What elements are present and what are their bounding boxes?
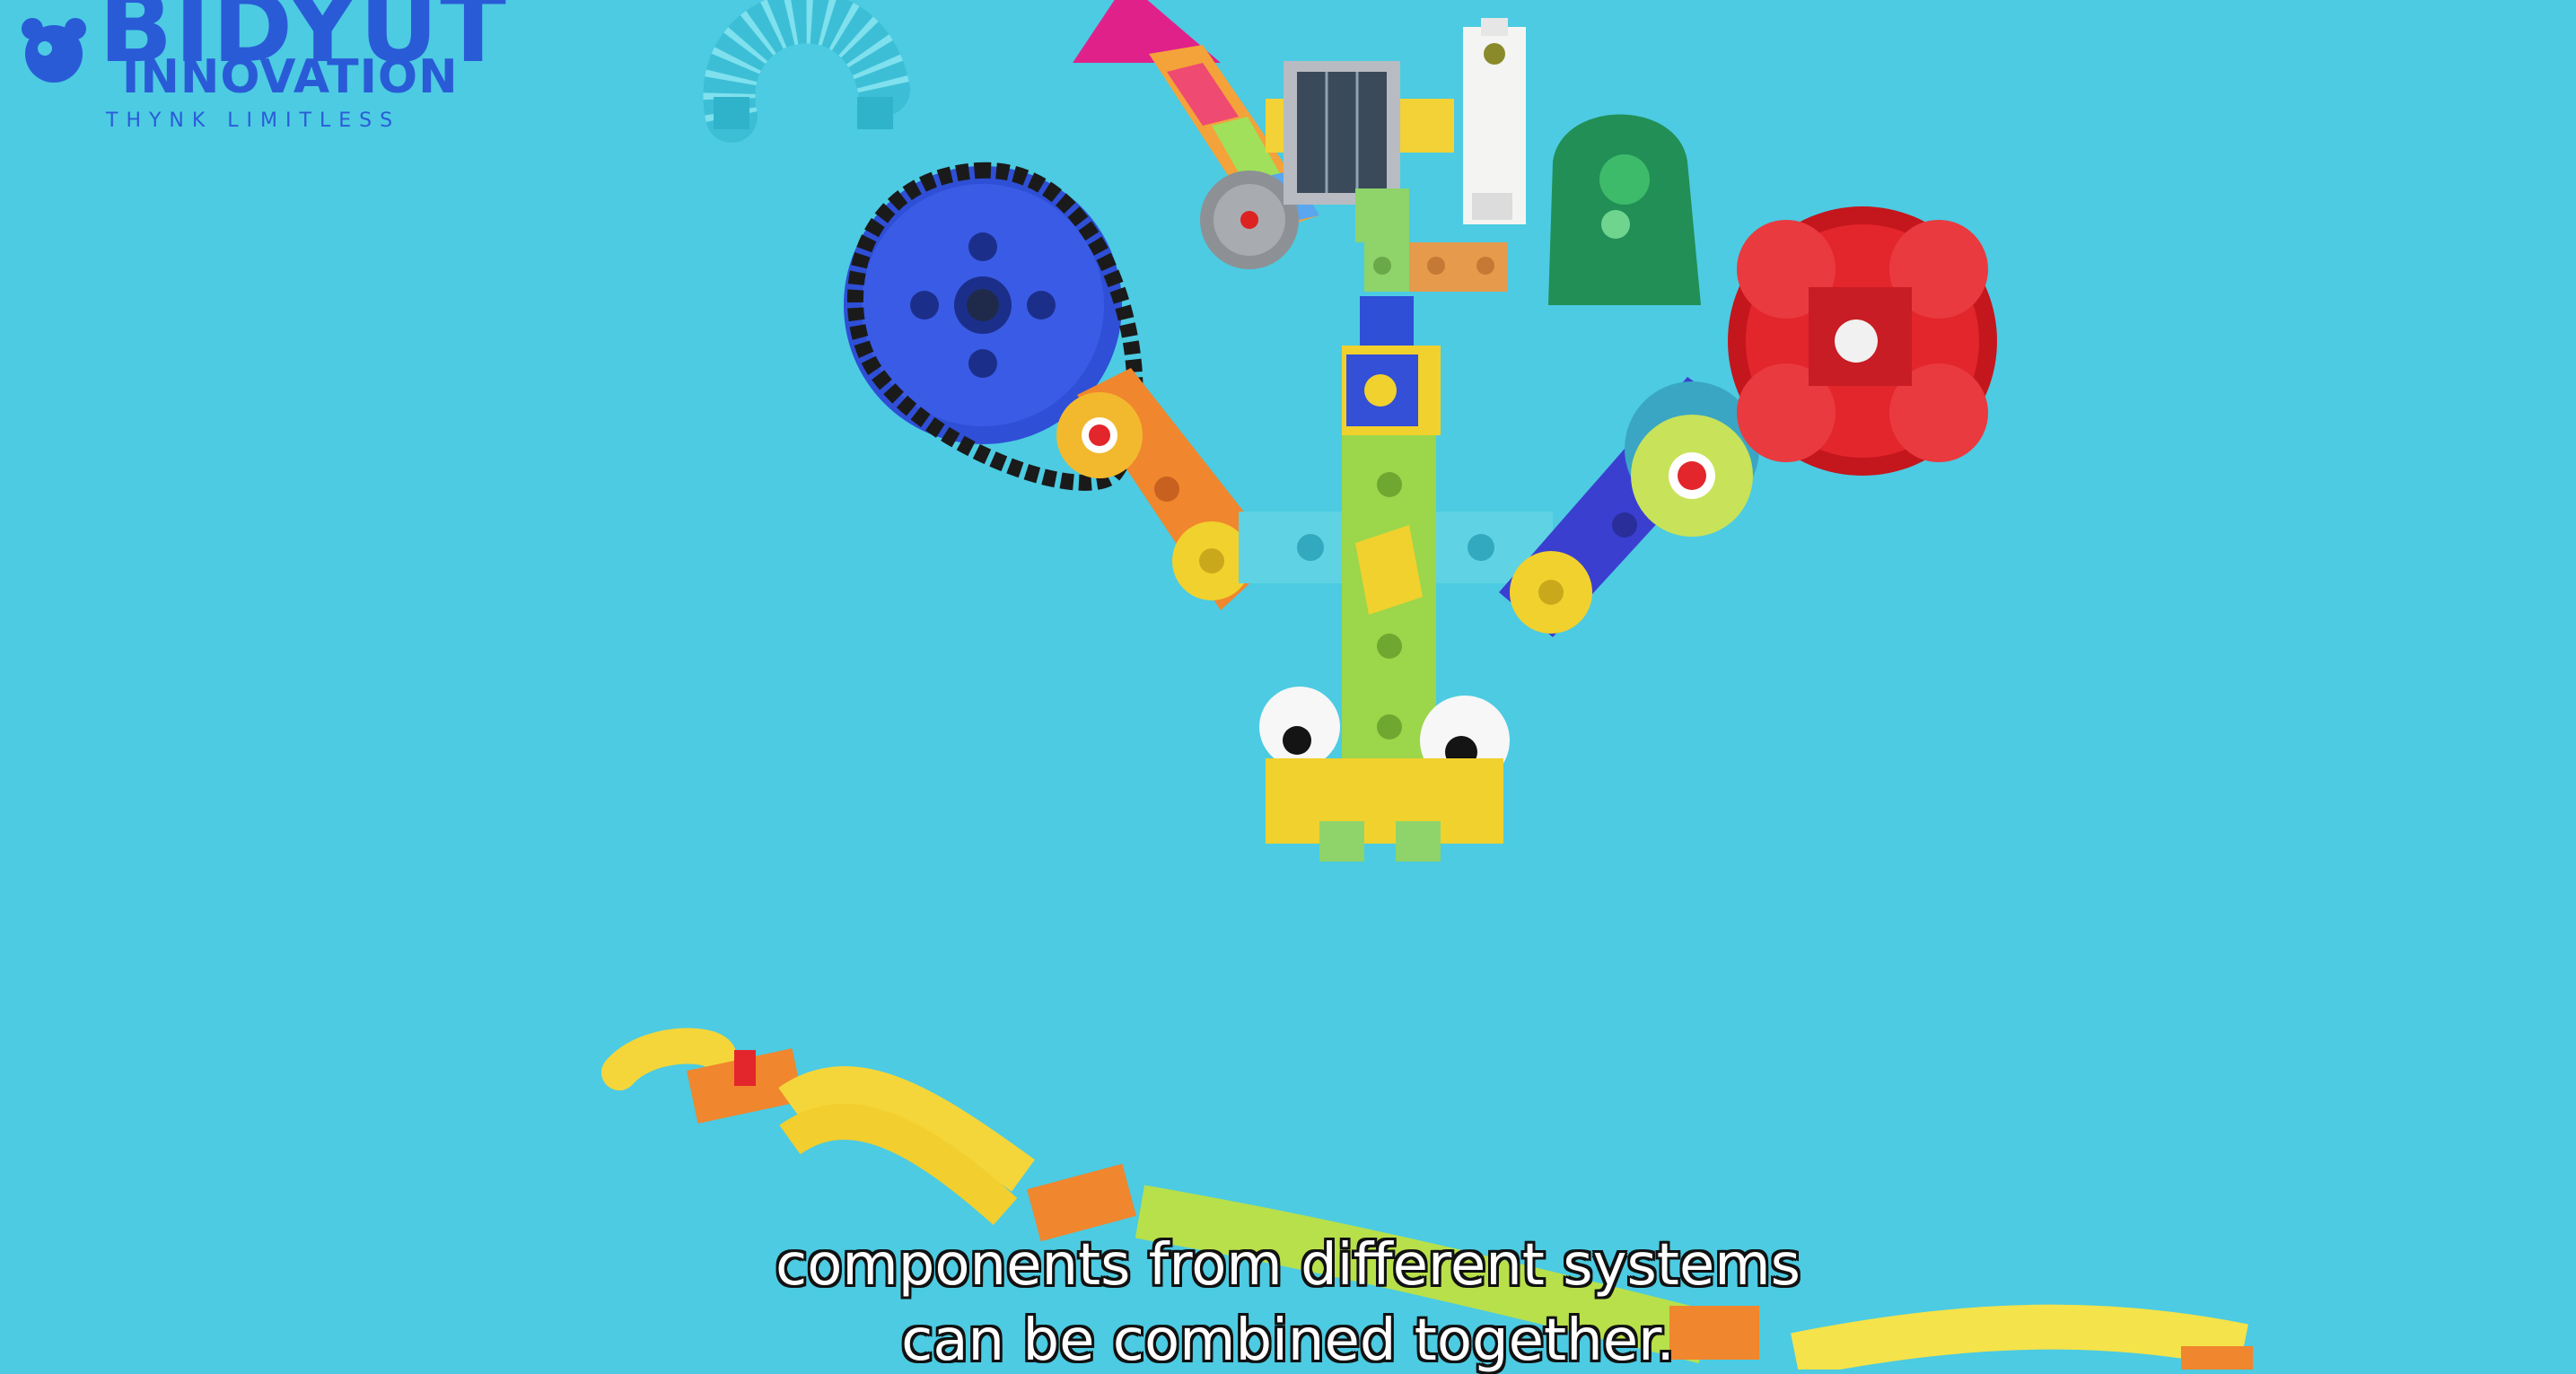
- red-flower-wheel: [1728, 206, 1997, 476]
- blue-square-block: [1342, 296, 1441, 435]
- brand-name-line2: INNOVATION: [122, 50, 459, 104]
- toy-scene: [601, 0, 2253, 1370]
- brand-tagline: THYNK LIMITLESS: [106, 109, 401, 132]
- subtitle-line-2: can be combined together.: [901, 1308, 1675, 1374]
- coil-tube: [703, 0, 910, 143]
- video-frame: BIDYUT INNOVATION THYNK LIMITLESS compon…: [0, 0, 2576, 1370]
- mascot-icon: [22, 18, 86, 83]
- yellow-base: [1266, 758, 1503, 862]
- solar-panel: [1266, 61, 1454, 205]
- brand-logo: BIDYUT INNOVATION THYNK LIMITLESS: [16, 0, 506, 154]
- green-beam: [1342, 431, 1436, 772]
- subtitle-line-1: components from different systems: [775, 1232, 1801, 1299]
- green-dome: [1548, 114, 1701, 305]
- sensor-module: [1463, 18, 1526, 224]
